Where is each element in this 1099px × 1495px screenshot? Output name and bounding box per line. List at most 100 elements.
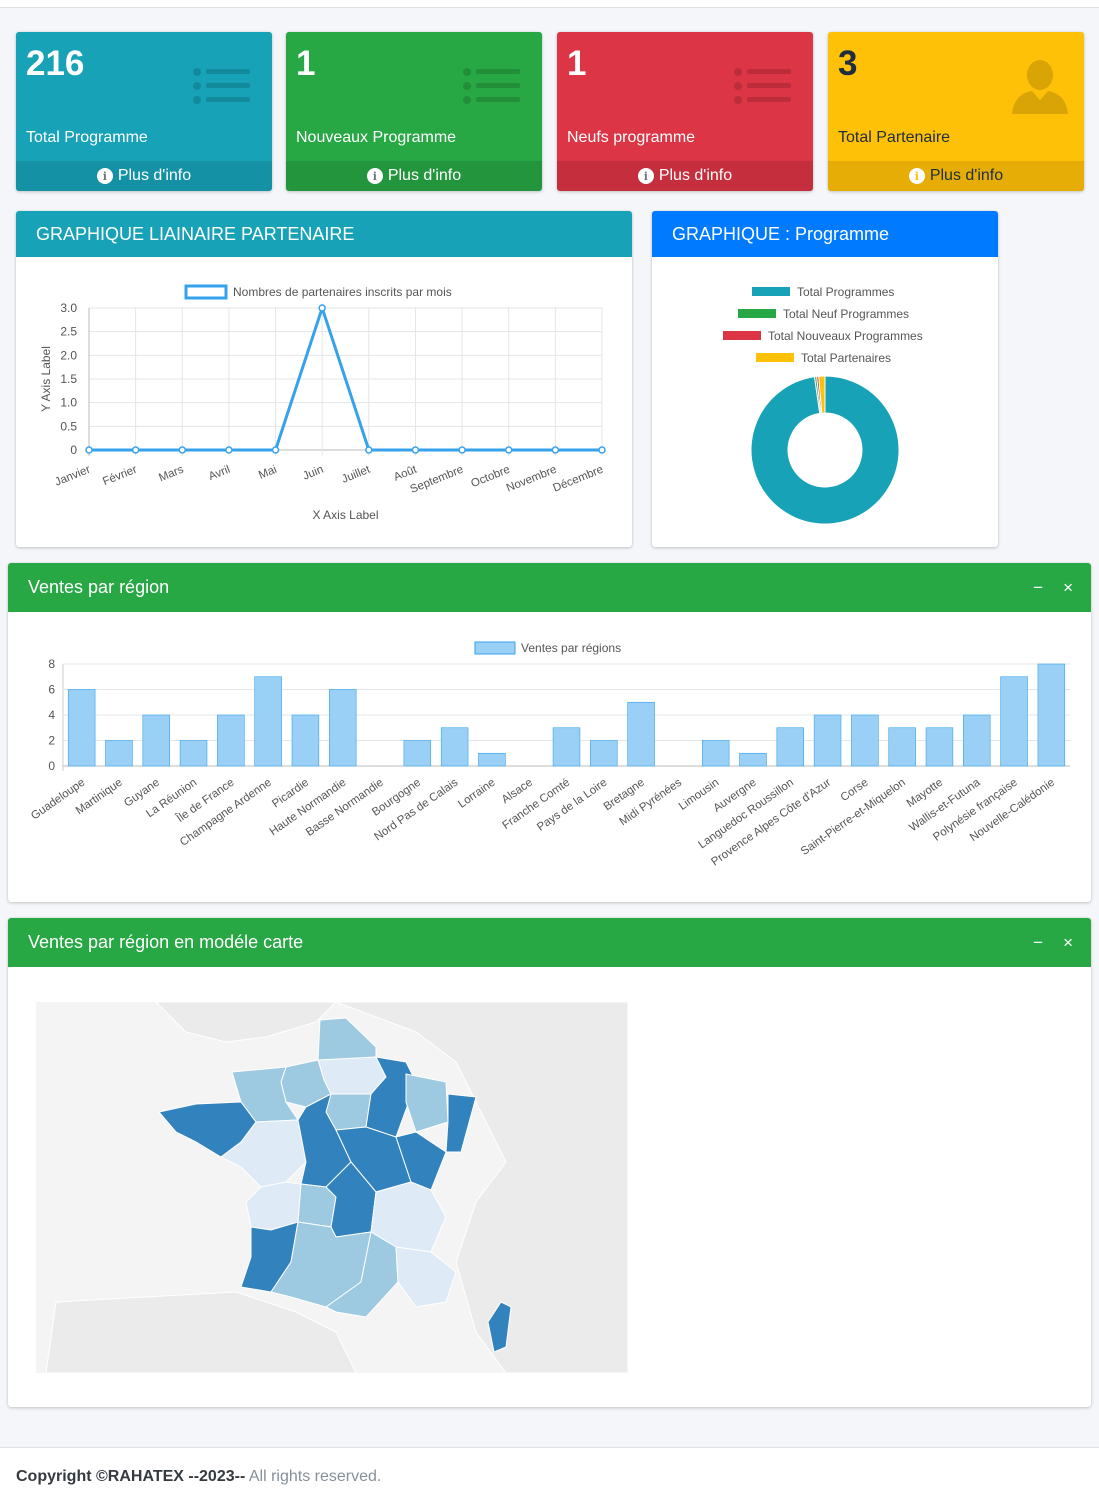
x-tick-label: Août: [392, 463, 419, 483]
list-icon: [193, 68, 250, 104]
top-navbar: [0, 0, 1099, 8]
line-chart-card: GRAPHIQUE LIAINAIRE PARTENAIRE Nombres d…: [16, 211, 632, 547]
list-icon: [463, 68, 520, 104]
bar: [701, 740, 730, 767]
bar: [403, 740, 432, 767]
bar: [925, 727, 954, 767]
legend-label: Ventes par régions: [521, 641, 621, 655]
bar: [217, 714, 245, 767]
stat-value: 216: [26, 44, 85, 83]
stat-value: 1: [567, 44, 587, 83]
legend-swatch: [184, 284, 228, 300]
y-tick-label: 3.0: [60, 301, 77, 315]
bar: [776, 727, 805, 767]
bar: [813, 714, 842, 767]
bar-chart-card: Ventes par région − × Ventes par régions…: [8, 563, 1091, 902]
more-info-link[interactable]: i Plus d'info: [16, 161, 272, 191]
more-info-label: Plus d'info: [658, 167, 733, 184]
data-point: [178, 446, 187, 454]
stat-value: 3: [838, 44, 858, 83]
stat-label: Neufs programme: [567, 129, 696, 146]
card-title: Ventes par région: [28, 577, 170, 597]
close-button[interactable]: ×: [1063, 933, 1073, 953]
data-point: [318, 304, 326, 312]
rights-text: All rights reserved.: [248, 1468, 382, 1485]
info-icon: i: [908, 168, 925, 184]
more-info-label: Plus d'info: [929, 167, 1004, 184]
x-tick-label: Avril: [207, 464, 232, 483]
legend-swatch: [752, 287, 790, 296]
card-header: GRAPHIQUE : Programme: [652, 211, 998, 257]
x-tick-label: Pays de la Loire: [535, 777, 609, 834]
y-tick-label: 4: [48, 708, 55, 722]
x-tick-label: Lorraine: [456, 777, 497, 811]
bar: [1000, 676, 1028, 767]
minimize-button[interactable]: −: [1033, 578, 1043, 598]
x-tick-label: Janvier: [53, 464, 92, 489]
line-chart: Nombres de partenaires inscrits par mois…: [39, 284, 606, 522]
x-tick-label: Mars: [157, 464, 185, 485]
stat-label: Nouveaux Programme: [296, 129, 457, 146]
legend-label: Total Programmes: [797, 285, 894, 299]
bar: [179, 740, 208, 767]
y-tick-label: 2.5: [60, 325, 77, 339]
info-icon: i: [96, 168, 113, 184]
bar: [552, 727, 581, 767]
minimize-button[interactable]: −: [1033, 933, 1043, 953]
data-point: [225, 446, 233, 454]
y-tick-label: 2.0: [60, 348, 77, 362]
bar: [291, 714, 320, 767]
bar: [67, 689, 96, 767]
bar-chart: Ventes par régions02468GuadeloupeMartini…: [29, 641, 1070, 868]
bar: [627, 701, 655, 767]
france-region-map: [36, 1002, 629, 1374]
data-point: [504, 446, 513, 454]
more-info-link[interactable]: i Plus d'info: [557, 161, 813, 191]
more-info-link[interactable]: i Plus d'info: [828, 161, 1084, 191]
legend-label: Total Partenaires: [801, 351, 891, 365]
card-header: Ventes par région en modéle carte − ×: [8, 918, 1091, 967]
x-tick-label: Juillet: [340, 463, 373, 485]
donut-chart: Total Programmes Total Neuf Programmes Tot…: [723, 285, 923, 525]
card-title: Ventes par région en modéle carte: [28, 932, 304, 952]
stat-label: Total Programme: [26, 129, 148, 146]
x-tick-label: Décembre: [551, 464, 605, 495]
list-icon: [734, 68, 791, 104]
bar: [440, 727, 469, 767]
x-axis-label: X Axis Label: [312, 508, 378, 522]
y-tick-label: 0: [70, 443, 77, 457]
y-tick-label: 1.0: [60, 396, 77, 410]
legend-swatch: [756, 353, 794, 362]
legend-label: Total Nouveaux Programmes: [768, 329, 923, 343]
donut-chart-card: GRAPHIQUE : Programme Total Programmes To…: [652, 211, 998, 547]
more-info-link[interactable]: i Plus d'info: [286, 161, 542, 191]
y-tick-label: 0.5: [60, 419, 77, 433]
card-header: Ventes par région − ×: [8, 563, 1091, 612]
stat-value: 1: [296, 44, 316, 83]
stat-box-total-partenaire: 3 Total Partenaire i Plus d'info: [828, 32, 1084, 191]
y-tick-label: 2: [48, 734, 55, 748]
bar: [963, 714, 991, 767]
card-header: GRAPHIQUE LIAINAIRE PARTENAIRE: [16, 211, 632, 257]
data-point: [458, 446, 466, 454]
card-title: GRAPHIQUE : Programme: [672, 223, 890, 244]
legend-label: Nombres de partenaires inscrits par mois: [233, 285, 452, 299]
user-icon: [1012, 60, 1068, 114]
data-point: [411, 446, 420, 454]
x-tick-label: Corse: [839, 777, 871, 804]
x-tick-label: Juin: [301, 464, 325, 483]
bar: [142, 714, 170, 767]
bar: [328, 689, 357, 767]
card-title: GRAPHIQUE LIAINAIRE PARTENAIRE: [36, 223, 355, 244]
map-card: Ventes par région en modéle carte − ×: [8, 918, 1091, 1407]
more-info-label: Plus d'info: [387, 167, 462, 184]
y-axis-label: Y Axis Label: [39, 346, 53, 412]
close-button[interactable]: ×: [1063, 578, 1073, 598]
y-tick-label: 8: [48, 657, 55, 671]
bar: [739, 752, 767, 767]
info-icon: i: [366, 168, 383, 184]
more-info-label: Plus d'info: [117, 167, 192, 184]
x-tick-label: Septembre: [409, 464, 466, 496]
stat-label: Total Partenaire: [838, 129, 951, 146]
data-point: [598, 446, 606, 454]
